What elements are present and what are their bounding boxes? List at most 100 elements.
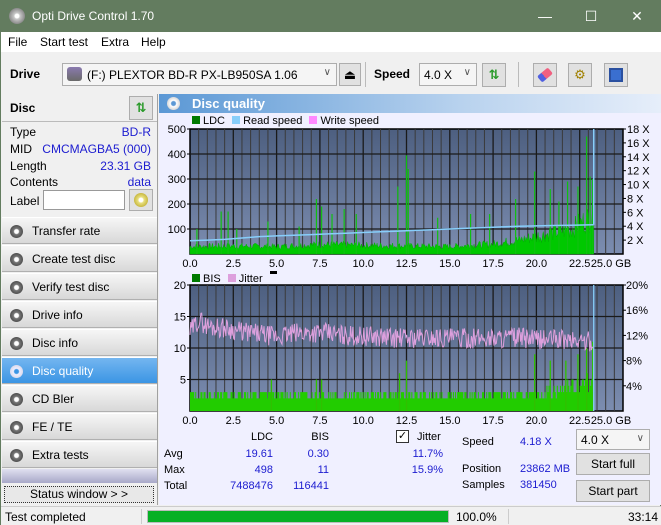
refresh-button[interactable]: ⇅ xyxy=(482,63,506,87)
nav-fe-te[interactable]: FE / TE xyxy=(2,413,157,440)
drive-icon xyxy=(67,67,82,81)
close-button[interactable]: ✕ xyxy=(614,1,660,32)
read-speed-swatch xyxy=(232,116,241,124)
disc-info-icon xyxy=(10,337,23,350)
nav-cd-bler[interactable]: CD Bler xyxy=(2,385,157,412)
nav-verify-test-disc[interactable]: Verify test disc xyxy=(2,273,157,300)
stats-max-jitter: 15.9% xyxy=(411,464,443,476)
settings-icon: ⚙ xyxy=(574,67,586,82)
status-text: Test completed xyxy=(5,510,86,524)
stats-total-label: Total xyxy=(164,480,188,492)
start-full-button[interactable]: Start full xyxy=(576,453,650,475)
disc-quality-icon xyxy=(10,365,23,378)
cd-bler-icon xyxy=(10,393,23,406)
y2-tick-label: 16 X xyxy=(627,138,650,150)
y2-tick-label: 8 X xyxy=(627,193,644,205)
jitter-label: Jitter xyxy=(417,431,441,443)
transfer-rate-icon xyxy=(10,225,23,238)
menu-start-test[interactable]: Start test xyxy=(40,35,88,49)
stats-max-ldc: 498 xyxy=(254,464,273,476)
x-tick-label: 10.0 xyxy=(352,415,373,425)
x-tick-label: 5.0 xyxy=(269,415,284,425)
nav-disc-info[interactable]: Disc info xyxy=(2,329,157,356)
disc-label-button[interactable] xyxy=(129,189,153,211)
progress-text: 100.0% xyxy=(456,510,497,524)
eject-button[interactable]: ⏏ xyxy=(339,63,361,86)
x-tick-label: 0.0 xyxy=(182,258,197,269)
x-tick-label: 0.0 xyxy=(182,415,197,425)
x-tick-label: 22.5 xyxy=(569,415,590,425)
stats-header-ldc: LDC xyxy=(250,431,273,443)
eject-icon: ⏏ xyxy=(343,67,357,82)
nav-transfer-rate[interactable]: Transfer rate xyxy=(2,217,157,244)
disc-label-key: Label xyxy=(10,194,40,208)
panel-title: Disc quality xyxy=(192,96,265,111)
write-speed-swatch xyxy=(309,116,318,124)
chevron-down-icon: ∨ xyxy=(463,67,471,78)
start-part-button[interactable]: Start part xyxy=(576,480,650,502)
disc-refresh-button[interactable]: ⇅ xyxy=(129,96,153,120)
drive-select[interactable]: (F:) PLEXTOR BD-R PX-LB950SA 1.06 ∨ xyxy=(62,63,337,86)
disc-contents-value: data xyxy=(127,175,151,189)
disc-type-key: Type xyxy=(10,125,37,139)
window-title: Opti Drive Control 1.70 xyxy=(32,9,155,23)
settings-button[interactable]: ⚙ xyxy=(568,63,592,87)
save-icon xyxy=(609,68,623,82)
verify-test-disc-icon xyxy=(10,281,23,294)
x-tick-label: 7.5 xyxy=(312,415,327,425)
x-tick-label: 5.0 xyxy=(269,258,284,269)
disc-mid-value: CMCMAGBA5 (000) xyxy=(42,142,151,156)
y2-tick-label: 8% xyxy=(626,356,642,368)
drive-info-icon xyxy=(10,309,23,322)
samples-value: 381450 xyxy=(520,479,557,491)
toolbar-divider xyxy=(365,62,366,87)
y-tick-label: 400 xyxy=(168,149,186,161)
cd-icon xyxy=(134,193,148,207)
status-window-button[interactable]: Status window > > xyxy=(4,486,154,503)
test-speed-select[interactable]: 4.0 X ∨ xyxy=(576,429,650,450)
toolbar-divider xyxy=(518,62,519,87)
toolbar: Drive (F:) PLEXTOR BD-R PX-LB950SA 1.06 … xyxy=(1,52,661,94)
samples-label: Samples xyxy=(462,479,505,491)
minimize-button[interactable]: — xyxy=(522,1,568,32)
y-tick-label: 5 xyxy=(180,375,186,387)
speed-label: Speed xyxy=(374,67,411,81)
x-tick-label: 2.5 xyxy=(226,415,241,425)
speed-value: 4.0 X xyxy=(424,68,453,82)
y2-tick-label: 18 X xyxy=(627,124,650,136)
erase-button[interactable] xyxy=(533,63,557,87)
status-bar: Test completed 100.0% 33:14 xyxy=(1,506,661,525)
menu-file[interactable]: File xyxy=(8,35,27,49)
menu-help[interactable]: Help xyxy=(141,35,166,49)
disc-length-value: 23.31 GB xyxy=(100,159,151,173)
progress-bar xyxy=(147,510,449,523)
test-speed-value: 4.0 X xyxy=(581,433,610,447)
nav-disc-quality[interactable]: Disc quality xyxy=(2,357,157,384)
nav-drive-info[interactable]: Drive info xyxy=(2,301,157,328)
disc-quality-icon xyxy=(167,97,180,110)
nav-extra-tests[interactable]: Extra tests xyxy=(2,441,157,468)
disc-label-input[interactable] xyxy=(43,190,125,210)
menu-extra[interactable]: Extra xyxy=(101,35,129,49)
stats-total-bis: 116441 xyxy=(293,480,329,492)
bis-chart: 5 10 15 20 4% 8% 12% 16% 20% 0.0 2.5 5.0 7.5 10.0 12.5… xyxy=(174,280,648,425)
x-tick-label: 12.5 xyxy=(396,258,417,269)
stats-header-bis: BIS xyxy=(311,431,329,443)
x-tick-label: 12.5 xyxy=(396,415,417,425)
status-divider xyxy=(508,509,509,524)
chevron-down-icon: ∨ xyxy=(323,67,331,78)
y2-tick-label: 20% xyxy=(626,280,648,292)
x-tick-label: 7.5 xyxy=(312,258,327,269)
stats-avg-label: Avg xyxy=(164,448,183,460)
y2-tick-label: 14 X xyxy=(627,152,650,164)
maximize-button[interactable]: ☐ xyxy=(568,1,614,32)
create-test-disc-icon xyxy=(10,253,23,266)
speed-select[interactable]: 4.0 X ∨ xyxy=(419,63,477,86)
stats-avg-bis: 0.30 xyxy=(307,448,329,460)
save-button[interactable] xyxy=(604,63,628,87)
disc-mid-key: MID xyxy=(10,142,32,156)
refresh-icon: ⇅ xyxy=(488,67,500,82)
y-tick-label: 10 xyxy=(174,343,186,355)
nav-create-test-disc[interactable]: Create test disc xyxy=(2,245,157,272)
jitter-checkbox[interactable]: ✓ xyxy=(396,430,409,443)
